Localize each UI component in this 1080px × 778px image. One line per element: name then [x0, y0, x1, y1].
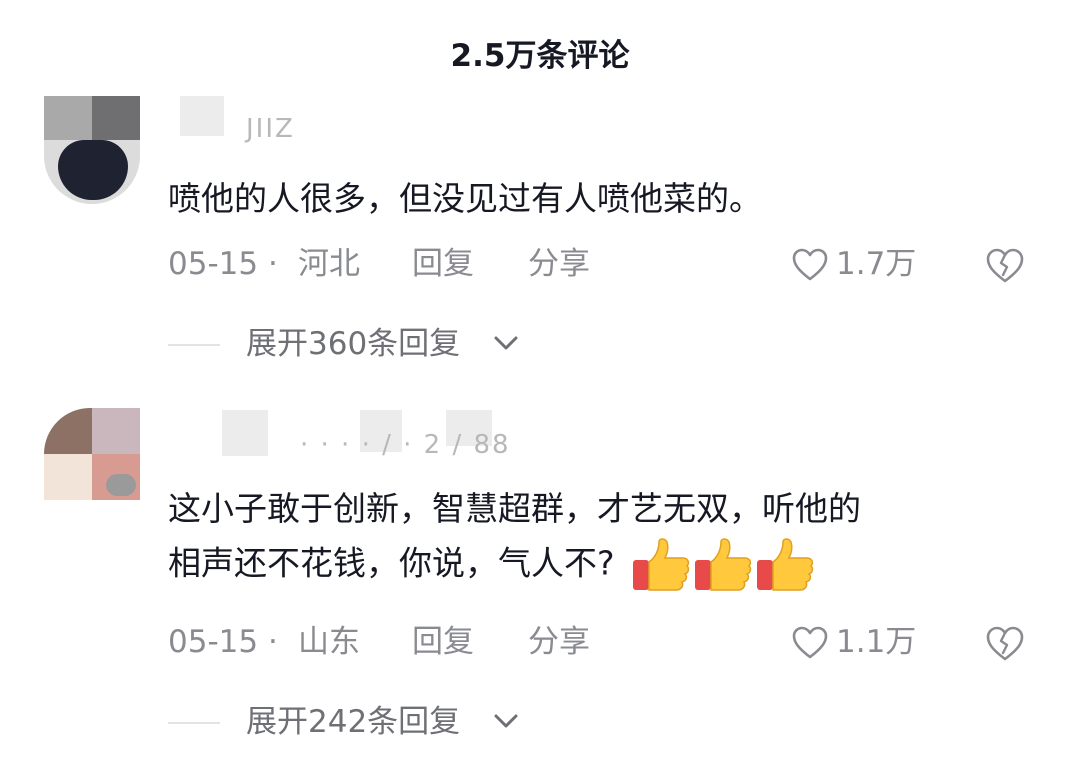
like-count: 1.7万: [836, 246, 917, 282]
share-button[interactable]: 分享: [528, 620, 590, 664]
reply-button[interactable]: 回复: [412, 242, 474, 286]
comment-line: 喷他的人很多，但没见过有人喷他菜的。: [168, 179, 762, 218]
broken-heart-icon[interactable]: [986, 248, 1024, 284]
thumbs-up-emoji-icon: [757, 538, 814, 591]
comment-line: 相声还不花钱，你说，气人不?: [168, 543, 615, 583]
comment-line-wrap: 相声还不花钱，你说，气人不?: [168, 536, 861, 594]
heart-icon: [792, 248, 828, 281]
comment-text: 喷他的人很多，但没见过有人喷他菜的。: [168, 172, 762, 226]
expand-replies[interactable]: 展开360条回复: [168, 322, 668, 366]
comment-text: 这小子敢于创新，智慧超群，才艺无双，听他的 相声还不花钱，你说，气人不?: [168, 482, 861, 594]
comment-count-title: 2.5万条评论: [450, 38, 630, 74]
chevron-down-icon: [494, 714, 518, 728]
comment-meta: 05-15 · 山东 回复 分享 1.1万: [168, 620, 1048, 664]
divider: [168, 722, 220, 724]
divider: [168, 344, 220, 346]
emoji-group: [631, 536, 817, 594]
comment-item: JIIZ 喷他的人很多，但没见过有人喷他菜的。 05-15 · 河北 回复 分享…: [0, 96, 1080, 386]
reply-button[interactable]: 回复: [412, 620, 474, 664]
thumbs-up-emoji-icon: [633, 538, 690, 591]
username[interactable]: JIIZ: [0, 96, 600, 146]
comment-location: 河北: [298, 246, 360, 282]
meta-separator: ·: [268, 246, 278, 282]
comment-line: 这小子敢于创新，智慧超群，才艺无双，听他的: [168, 489, 861, 528]
username[interactable]: · · · · / · 2 / 88: [0, 408, 600, 460]
comment-date: 05-15: [168, 246, 259, 282]
meta-separator: ·: [268, 624, 278, 660]
comments-header: 2.5万条评论: [0, 0, 1080, 100]
broken-heart-icon[interactable]: [986, 626, 1024, 662]
chevron-down-icon: [494, 336, 518, 350]
username-blur: [180, 96, 224, 136]
username-text: · · · · / · 2 / 88: [300, 430, 511, 460]
thumbs-up-emoji-icon: [695, 538, 752, 591]
comment-item: · · · · / · 2 / 88 这小子敢于创新，智慧超群，才艺无双，听他的…: [0, 408, 1080, 768]
like-count: 1.1万: [836, 624, 917, 660]
share-button[interactable]: 分享: [528, 242, 590, 286]
comment-date: 05-15: [168, 624, 259, 660]
comment-location: 山东: [298, 624, 360, 660]
comment-meta: 05-15 · 河北 回复 分享 1.7万: [168, 242, 1048, 286]
expand-replies-label: 展开360条回复: [246, 326, 461, 362]
expand-replies-label: 展开242条回复: [246, 704, 461, 740]
username-blur: [222, 410, 268, 456]
heart-icon: [792, 626, 828, 659]
username-text: JIIZ: [246, 114, 295, 144]
expand-replies[interactable]: 展开242条回复: [168, 700, 668, 744]
